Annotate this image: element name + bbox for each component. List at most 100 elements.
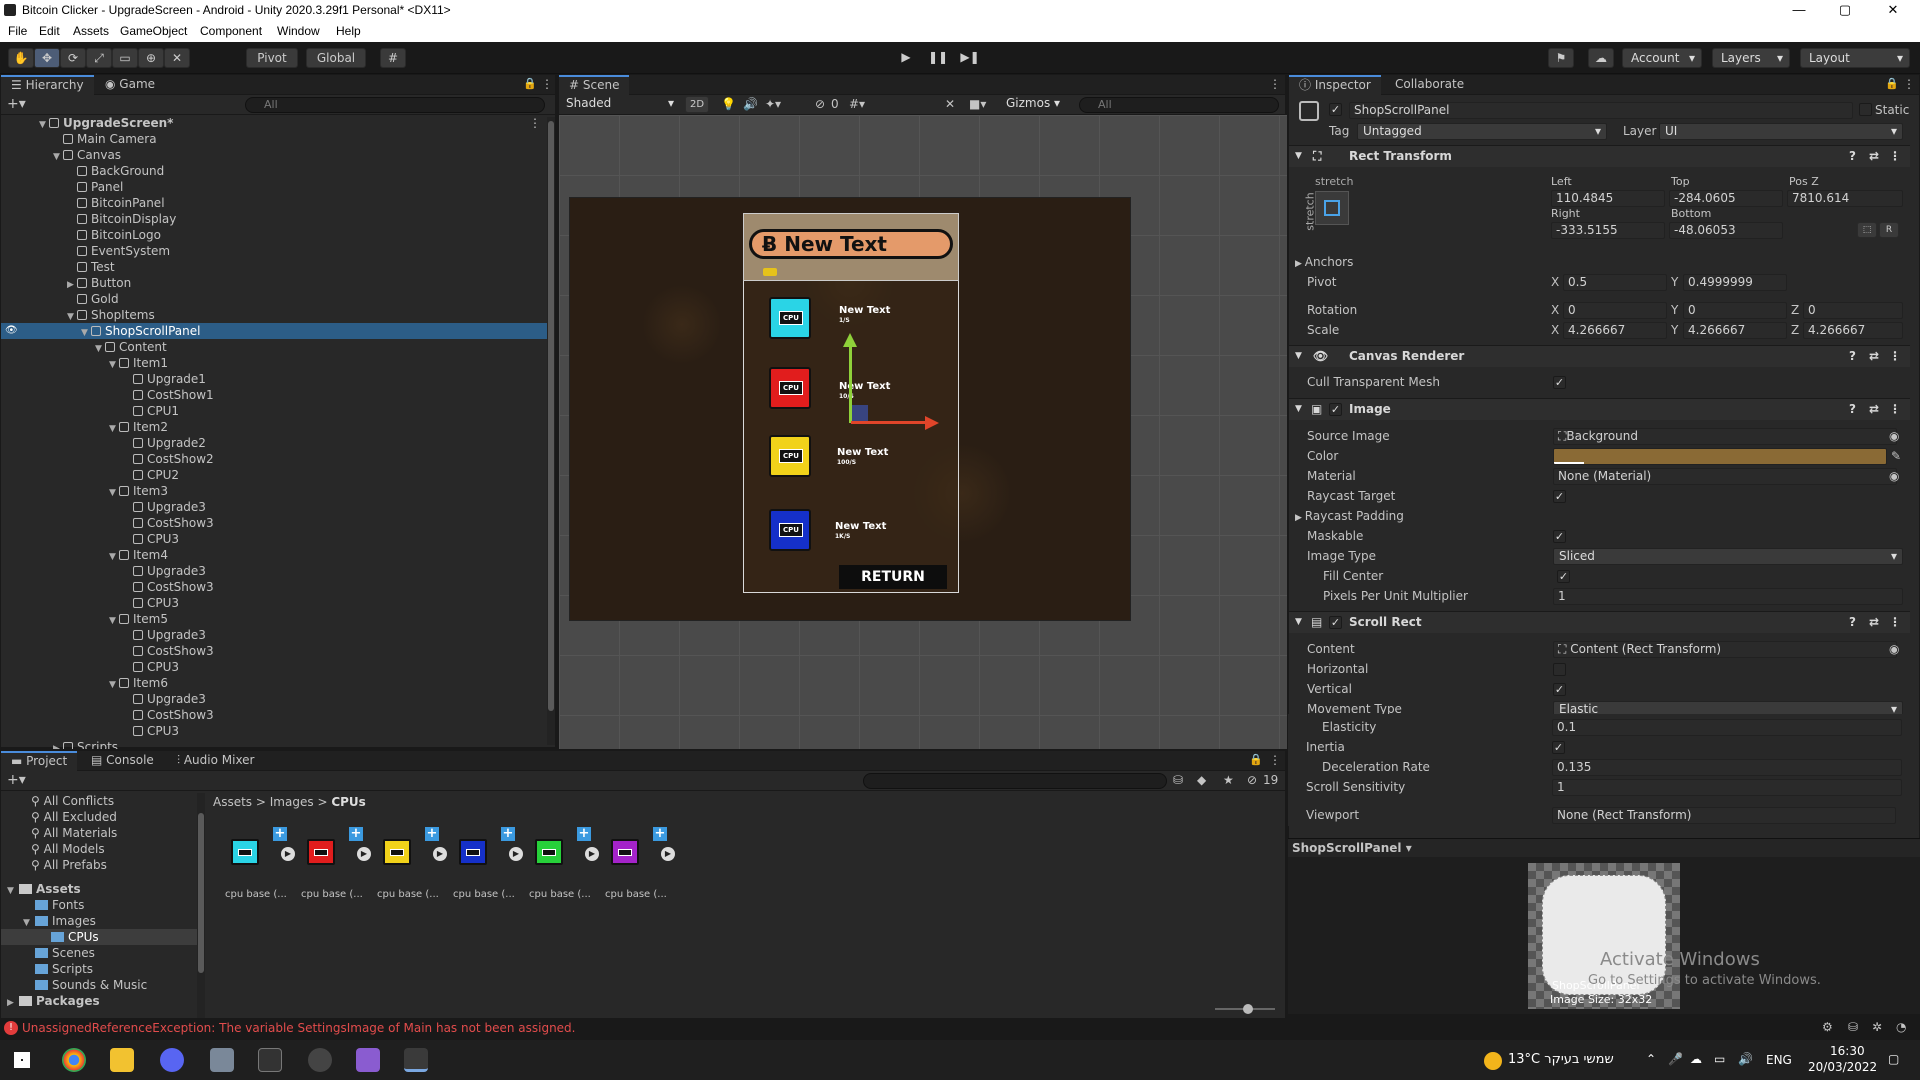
maximize-button[interactable]: ▢: [1822, 0, 1868, 21]
prefab-add-icon[interactable]: +: [425, 827, 439, 841]
rotate-tool-icon[interactable]: ⟳: [60, 48, 86, 68]
status-bar[interactable]: ! UnassignedReferenceException: The vari…: [0, 1018, 1920, 1040]
tag-dropdown[interactable]: Untagged: [1357, 123, 1607, 140]
scale-z-input[interactable]: 4.266667: [1803, 322, 1903, 339]
hierarchy-row[interactable]: ▼ Canvas: [1, 147, 547, 163]
scroll-sensitivity-input[interactable]: 1: [1552, 779, 1902, 796]
menu-assets[interactable]: Assets: [73, 24, 109, 38]
hierarchy-row[interactable]: CostShow1: [1, 387, 547, 403]
rect-transform-header[interactable]: ▼ ⛶ Rect Transform ? ⇄ ⋮: [1289, 145, 1910, 167]
hierarchy-row[interactable]: ▶ Button: [1, 275, 547, 291]
layers-dropdown[interactable]: Layers: [1712, 48, 1790, 68]
project-create-icon[interactable]: +▾: [7, 772, 26, 788]
expand-sprite-icon[interactable]: ▶: [433, 847, 447, 861]
return-button[interactable]: RETURN: [839, 565, 947, 589]
deceleration-input[interactable]: 0.135: [1552, 759, 1902, 776]
hierarchy-row[interactable]: ▶ Scripts: [1, 739, 547, 749]
menu-edit[interactable]: Edit: [39, 24, 60, 38]
rotation-z-input[interactable]: 0: [1803, 302, 1903, 319]
source-image-field[interactable]: ⛶Background: [1553, 428, 1897, 445]
project-lock-icon[interactable]: 🔒: [1249, 753, 1263, 766]
weather-icon[interactable]: [1484, 1052, 1502, 1070]
pivot-y-input[interactable]: 0.4999999: [1683, 274, 1787, 291]
image-menu-icon[interactable]: ⋮: [1889, 399, 1901, 420]
pause-button[interactable]: ❚❚: [924, 48, 952, 68]
hierarchy-row[interactable]: CostShow3: [1, 579, 547, 595]
scroll-rect-help-icon[interactable]: ?: [1849, 612, 1856, 633]
project-folder-row[interactable]: ▼ Assets: [1, 881, 197, 897]
expand-sprite-icon[interactable]: ▶: [585, 847, 599, 861]
hand-tool-icon[interactable]: ✋: [8, 48, 34, 68]
scroll-rect-foldout-icon[interactable]: ▼: [1295, 612, 1302, 633]
menu-window[interactable]: Window: [277, 24, 320, 38]
hierarchy-row[interactable]: CostShow3: [1, 707, 547, 723]
menu-file[interactable]: File: [8, 24, 27, 38]
favorite-search-item[interactable]: ⚲ All Prefabs: [1, 857, 197, 873]
raw-edit-button[interactable]: R: [1879, 222, 1899, 238]
file-explorer-icon[interactable]: [110, 1048, 134, 1072]
tab-scene[interactable]: # Scene: [559, 75, 630, 95]
static-dropdown[interactable]: Static: [1875, 103, 1909, 117]
hierarchy-scrollbar[interactable]: [547, 117, 555, 745]
favorite-search-item[interactable]: ⚲ All Models: [1, 841, 197, 857]
image-header[interactable]: ▼ ▣ ✓ Image ? ⇄ ⋮: [1289, 398, 1910, 420]
windows-start-icon[interactable]: [14, 1052, 30, 1068]
app-icon[interactable]: [210, 1048, 234, 1072]
hierarchy-row[interactable]: ▼ Item3: [1, 483, 547, 499]
clock-date[interactable]: 20/03/2022: [1808, 1060, 1877, 1074]
menu-component[interactable]: Component: [200, 24, 262, 38]
hierarchy-row[interactable]: ▼ ShopItems: [1, 307, 547, 323]
static-checkbox[interactable]: [1859, 103, 1872, 116]
tab-inspector[interactable]: ⓘ Inspector: [1289, 75, 1381, 95]
anchor-presets-button[interactable]: [1315, 191, 1349, 225]
gameobject-name-input[interactable]: ShopScrollPanel: [1349, 102, 1853, 119]
foldout-arrow-icon[interactable]: ▼: [1295, 146, 1302, 167]
expand-sprite-icon[interactable]: ▶: [357, 847, 371, 861]
expand-sprite-icon[interactable]: ▶: [281, 847, 295, 861]
hierarchy-row[interactable]: CPU2: [1, 467, 547, 483]
chrome-icon[interactable]: [62, 1048, 86, 1072]
project-folder-row[interactable]: Scripts: [1, 961, 197, 977]
favorite-search-item[interactable]: ⚲ All Excluded: [1, 809, 197, 825]
favorite-search-item[interactable]: ⚲ All Materials: [1, 825, 197, 841]
right-input[interactable]: -333.5155: [1551, 222, 1665, 239]
rect-tool-icon[interactable]: ▭: [112, 48, 138, 68]
visibility-eye-icon[interactable]: 👁: [5, 323, 18, 339]
tab-hierarchy[interactable]: ☰ Hierarchy: [1, 75, 94, 95]
close-button[interactable]: ✕: [1870, 0, 1916, 21]
hierarchy-row[interactable]: CostShow3: [1, 515, 547, 531]
hierarchy-row[interactable]: Test: [1, 259, 547, 275]
scroll-rect-enabled-checkbox[interactable]: ✓: [1329, 616, 1342, 629]
tab-console[interactable]: ▤ Console: [81, 751, 164, 771]
move-gizmo-x-arrow-icon[interactable]: [925, 416, 939, 430]
elasticity-input[interactable]: 0.1: [1552, 719, 1902, 736]
scale-y-input[interactable]: 4.266667: [1683, 322, 1787, 339]
expand-sprite-icon[interactable]: ▶: [661, 847, 675, 861]
move-gizmo-y-arrow-icon[interactable]: [843, 333, 857, 347]
collapsed-arrow-icon[interactable]: ▶: [53, 741, 63, 749]
hierarchy-row[interactable]: Upgrade3: [1, 563, 547, 579]
image-enabled-checkbox[interactable]: ✓: [1329, 403, 1342, 416]
hierarchy-row[interactable]: EventSystem: [1, 243, 547, 259]
content-picker-icon[interactable]: ◉: [1889, 642, 1899, 656]
hierarchy-search-input[interactable]: All: [245, 97, 545, 113]
mic-icon[interactable]: 🎤: [1668, 1052, 1683, 1066]
hierarchy-row[interactable]: BitcoinPanel: [1, 195, 547, 211]
menu-help[interactable]: Help: [336, 24, 361, 38]
image-help-icon[interactable]: ?: [1849, 399, 1856, 420]
minimize-button[interactable]: —: [1776, 0, 1822, 21]
layer-dropdown[interactable]: UI: [1659, 123, 1903, 140]
hierarchy-row[interactable]: Upgrade3: [1, 499, 547, 515]
cpu-item-2[interactable]: CPU: [769, 367, 811, 409]
project-menu-icon[interactable]: ⋮: [1269, 753, 1281, 767]
scroll-rect-preset-icon[interactable]: ⇄: [1869, 612, 1879, 633]
hierarchy-row[interactable]: Gold: [1, 291, 547, 307]
hierarchy-row[interactable]: Upgrade3: [1, 691, 547, 707]
custom-tool-icon[interactable]: ✕: [164, 48, 190, 68]
hierarchy-row[interactable]: BitcoinLogo: [1, 227, 547, 243]
unity-editor-icon[interactable]: [404, 1048, 428, 1072]
favorite-search-item[interactable]: ⚲ All Conflicts: [1, 793, 197, 809]
project-search-input[interactable]: [863, 773, 1167, 789]
cpu-item-4[interactable]: CPU: [769, 509, 811, 551]
prefab-add-icon[interactable]: +: [273, 827, 287, 841]
